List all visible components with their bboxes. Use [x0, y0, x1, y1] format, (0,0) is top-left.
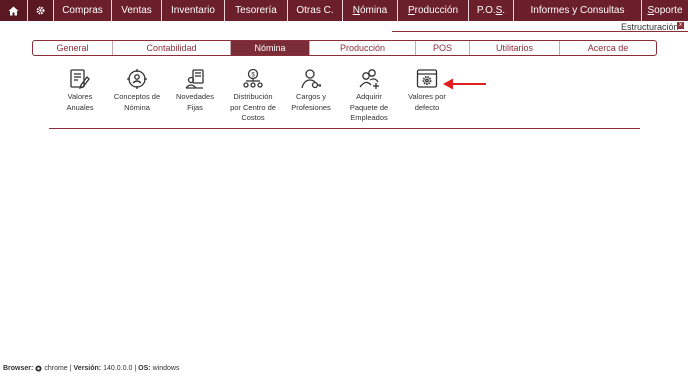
module-label: Novedades Fijas: [176, 92, 214, 112]
home-icon: [8, 6, 19, 15]
module-label: Conceptos de Nómina: [113, 92, 161, 112]
module-distribucion-costos[interactable]: $ Distribución por Centro de Costos: [223, 68, 283, 124]
tab-label: Contabilidad: [146, 43, 197, 53]
section-divider: [392, 31, 688, 32]
browser-value: chrome: [44, 365, 68, 372]
menu-otras[interactable]: Otras C.: [288, 0, 343, 21]
menu-informes-label: Informes y Consultas: [530, 5, 625, 16]
module-conceptos-nomina[interactable]: Conceptos de Nómina: [107, 68, 167, 113]
menu-nomina-label: Nómina: [352, 5, 388, 16]
tab-label: POS: [432, 43, 452, 53]
content-divider: [49, 128, 640, 129]
tab-contabilidad[interactable]: Contabilidad: [113, 41, 231, 55]
footer-info: Browser: chrome | Versión: 140.0.0.0 | O…: [3, 365, 179, 372]
person-key-icon: [301, 69, 321, 89]
menu-otras-label: Otras C.: [296, 5, 334, 16]
menu-compras-label: Compras: [62, 5, 103, 16]
tab-label: General: [56, 43, 89, 53]
home-button[interactable]: [0, 0, 28, 21]
menu-soporte-label: Soporte: [647, 5, 683, 16]
chrome-icon: [35, 365, 42, 372]
module-tabs: General Contabilidad Nómina Producción P…: [32, 40, 657, 56]
menu-soporte[interactable]: Soporte: [642, 0, 688, 21]
os-value: windows: [152, 365, 180, 372]
module-valores-defecto[interactable]: Valores por defecto: [397, 68, 457, 113]
module-label: Cargos y Profesiones: [291, 92, 331, 112]
menu-inventario[interactable]: Inventario: [162, 0, 225, 21]
version-label: Versión:: [73, 365, 102, 372]
module-valores-anuales[interactable]: Valores Anuales: [50, 68, 110, 113]
menu-compras[interactable]: Compras: [54, 0, 112, 21]
module-label: Valores por defecto: [408, 92, 446, 112]
document-edit-icon: [70, 69, 90, 90]
tab-acerca-de[interactable]: Acerca de: [560, 41, 656, 55]
browser-label: Browser:: [3, 365, 34, 372]
tab-pos[interactable]: POS: [416, 41, 470, 55]
module-label: Distribución por Centro de Costos: [230, 92, 276, 122]
menu-nomina[interactable]: Nómina: [343, 0, 398, 21]
separator: |: [69, 365, 72, 372]
menu-tesoreria[interactable]: Tesorería: [225, 0, 288, 21]
tab-label: Producción: [339, 43, 386, 53]
gear-icon: [36, 6, 45, 15]
tab-general[interactable]: General: [33, 41, 113, 55]
settings-button[interactable]: [28, 0, 54, 21]
red-arrow-icon: [443, 78, 486, 90]
separator: |: [134, 365, 137, 372]
module-cargos-profesiones[interactable]: Cargos y Profesiones: [281, 68, 341, 113]
window-gear-icon: [416, 69, 438, 88]
target-person-icon: [127, 69, 147, 89]
os-label: OS:: [138, 365, 151, 372]
menu-tesoreria-label: Tesorería: [235, 5, 277, 16]
tab-utilitarios[interactable]: Utilitarios: [470, 41, 560, 55]
add-people-icon: [359, 69, 379, 89]
module-label: Adquirir Paquete de Empleados: [349, 92, 389, 122]
tab-label: Nómina: [254, 43, 286, 53]
menu-informes[interactable]: Informes y Consultas: [514, 0, 642, 21]
menu-pos-label: P.O.S.: [476, 5, 506, 16]
tab-nomina[interactable]: Nómina: [231, 41, 310, 55]
menu-ventas[interactable]: Ventas: [112, 0, 162, 21]
version-value: 140.0.0.0: [103, 365, 133, 372]
menu-produccion-label: Producción: [407, 5, 459, 16]
person-document-icon: [185, 69, 204, 89]
money-people-icon: $: [243, 68, 263, 88]
menu-ventas-label: Ventas: [121, 5, 152, 16]
tab-label: Utilitarios: [495, 43, 533, 53]
menu-produccion[interactable]: Producción: [398, 0, 469, 21]
module-novedades-fijas[interactable]: Novedades Fijas: [165, 68, 225, 113]
module-adquirir-paquete[interactable]: Adquirir Paquete de Empleados: [339, 68, 399, 124]
tab-label: Acerca de: [587, 43, 629, 53]
module-label: Valores Anuales: [66, 92, 94, 112]
menu-pos[interactable]: P.O.S.: [469, 0, 514, 21]
menu-inventario-label: Inventario: [171, 5, 215, 16]
close-button[interactable]: x: [677, 22, 684, 29]
tab-produccion[interactable]: Producción: [310, 41, 416, 55]
top-menu-bar: Compras Ventas Inventario Tesorería Otra…: [0, 0, 688, 21]
